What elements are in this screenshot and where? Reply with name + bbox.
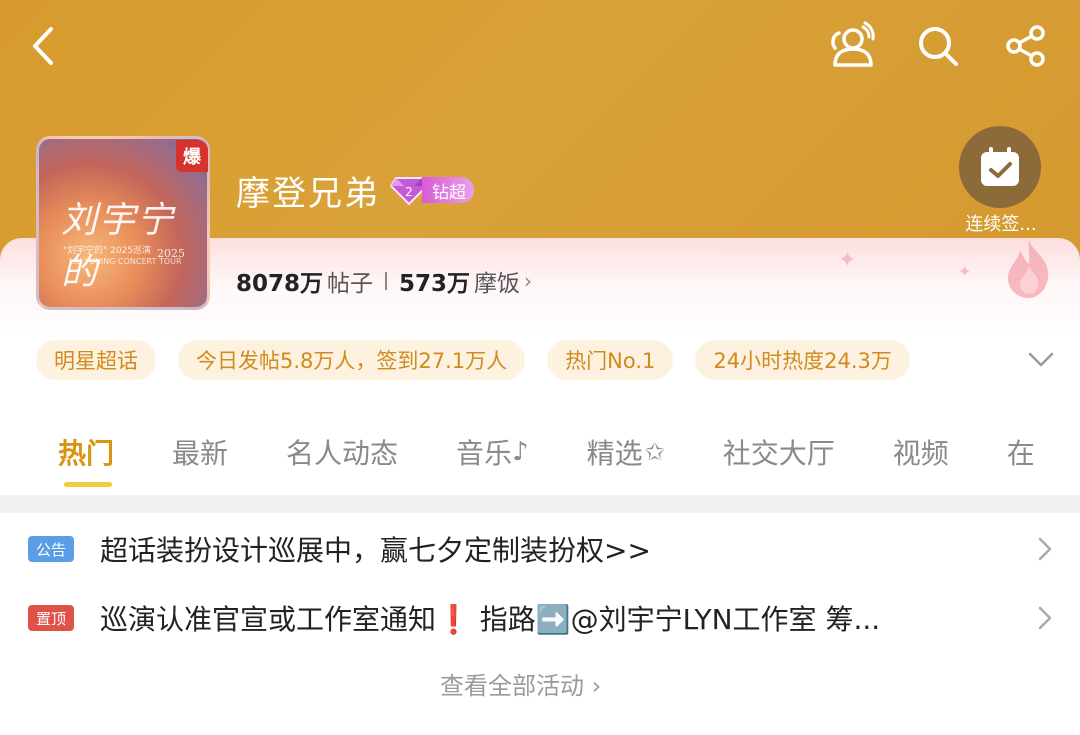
tab-more-truncated[interactable]: 在	[1007, 432, 1035, 472]
people-icon	[831, 21, 875, 67]
fire-icon	[1008, 240, 1049, 298]
posts-label: 帖子	[327, 271, 374, 297]
back-button[interactable]	[20, 22, 64, 70]
section-divider	[0, 495, 1080, 513]
social-button[interactable]	[824, 20, 876, 72]
topic-tags: 明星超话 今日发帖5.8万人，签到27.1万人 热门No.1 24小时热度24.…	[36, 340, 910, 380]
sparkle-icon: ✦	[958, 262, 972, 281]
checkin-button[interactable]	[959, 126, 1041, 208]
share-button[interactable]	[1000, 20, 1052, 72]
tag-daily-stats[interactable]: 今日发帖5.8万人，签到27.1万人	[178, 340, 526, 380]
rank-badge[interactable]: 2 钻超	[390, 174, 480, 206]
tab-featured[interactable]: 精选 ✩	[587, 432, 665, 472]
fans-label: 摩饭	[474, 271, 521, 297]
calendar-check-icon	[981, 147, 1019, 186]
stats-separator	[385, 272, 388, 290]
tab-social-hall[interactable]: 社交大厅	[723, 432, 835, 472]
tab-video[interactable]: 视频	[893, 432, 949, 472]
view-all-activities-link[interactable]: 查看全部活动 ›	[440, 666, 601, 701]
topic-tabs: 热门 最新 名人动态 音乐 ♪ 精选 ✩ 社交大厅 视频 在	[58, 432, 1080, 472]
topic-title: 摩登兄弟	[236, 174, 380, 214]
back-arrow-icon	[33, 27, 53, 65]
chevron-right-icon	[1038, 537, 1052, 561]
tab-featured-label: 精选	[586, 437, 643, 470]
topic-stats[interactable]: 8078万 帖子 573万 摩饭 ›	[236, 264, 532, 298]
pinned-badge: 置顶	[28, 605, 74, 631]
chevron-down-icon[interactable]	[1026, 344, 1056, 374]
tab-music[interactable]: 音乐 ♪	[456, 432, 529, 472]
tab-music-label: 音乐	[456, 437, 513, 470]
tag-hot-rank[interactable]: 热门No.1	[547, 340, 674, 380]
chevron-right-icon: ›	[524, 269, 533, 293]
posts-count: 8078万	[236, 271, 324, 297]
announcement-badge: 公告	[28, 536, 74, 562]
hot-badge: 爆	[176, 140, 208, 172]
notice-row-announcement[interactable]: 公告 超话装扮设计巡展中，赢七夕定制装扮权>>	[28, 525, 1058, 573]
tab-latest[interactable]: 最新	[172, 432, 228, 472]
sparkle-icon: ✦	[838, 248, 857, 273]
checkin-label: 连续签...	[965, 214, 1037, 235]
chevron-right-icon	[1038, 606, 1052, 630]
avatar-year-text: 2025	[157, 247, 185, 260]
search-button[interactable]	[912, 20, 964, 72]
tab-celebrity-updates[interactable]: 名人动态	[286, 432, 398, 472]
pinned-text: 巡演认准官宣或工作室通知❗ 指路➡️@刘宇宁LYN工作室 筹...	[100, 603, 881, 636]
svg-text:2: 2	[405, 185, 413, 199]
tab-hot[interactable]: 热门	[58, 432, 114, 472]
search-icon	[919, 27, 958, 66]
fans-count: 573万	[399, 271, 471, 297]
tag-star-topic[interactable]: 明星超话	[36, 340, 156, 380]
star-icon: ✩	[644, 438, 665, 466]
music-note-icon: ♪	[512, 437, 529, 467]
announcement-text: 超话装扮设计巡展中，赢七夕定制装扮权>>	[100, 534, 651, 567]
share-icon	[1006, 25, 1045, 67]
avatar-subtitle-text: "刘宇宁的" 2025巡演	[63, 246, 152, 256]
active-tab-indicator	[64, 482, 112, 487]
notice-row-pinned[interactable]: 置顶 巡演认准官宣或工作室通知❗ 指路➡️@刘宇宁LYN工作室 筹...	[28, 594, 1058, 642]
rank-label: 钻超	[422, 177, 474, 203]
tag-24h-heat[interactable]: 24小时热度24.3万	[695, 340, 910, 380]
